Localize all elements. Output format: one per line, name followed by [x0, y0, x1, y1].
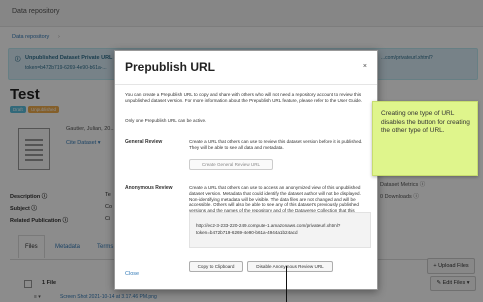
- modal-title: Prepublish URL: [125, 60, 216, 74]
- modal-divider: [115, 84, 377, 85]
- copy-to-clipboard-button[interactable]: Copy to Clipboard: [189, 261, 243, 272]
- anonymous-review-label: Anonymous Review: [125, 185, 173, 191]
- create-general-review-button[interactable]: Create General Review URL: [189, 159, 273, 170]
- private-url-box[interactable]: http://ec2-3-233-220-249.compute-1.amazo…: [189, 212, 371, 248]
- private-url-line1: http://ec2-3-233-220-249.compute-1.amazo…: [196, 223, 341, 228]
- annotation-note: Creating one type of URL disables the bu…: [372, 101, 478, 176]
- prepublish-url-modal: Prepublish URL × You can create a Prepub…: [114, 50, 378, 290]
- general-review-text: Create a URL that others can use to revi…: [189, 139, 363, 150]
- close-link[interactable]: Close: [125, 271, 139, 277]
- private-url-line2: token=b472b719-6269-4e90-b61a-4944a1b24a…: [196, 230, 298, 235]
- general-review-label: General Review: [125, 139, 163, 145]
- pointer-line: [286, 266, 287, 302]
- only-one-text: Only one Prepublish URL can be active.: [125, 118, 207, 123]
- disable-anonymous-review-button[interactable]: Disable Anonymous Review URL: [247, 261, 333, 272]
- annotation-note-text: Creating one type of URL disables the bu…: [381, 110, 470, 135]
- modal-intro-text: You can create a Prepublish URL to copy …: [125, 92, 363, 103]
- close-icon[interactable]: ×: [363, 63, 367, 70]
